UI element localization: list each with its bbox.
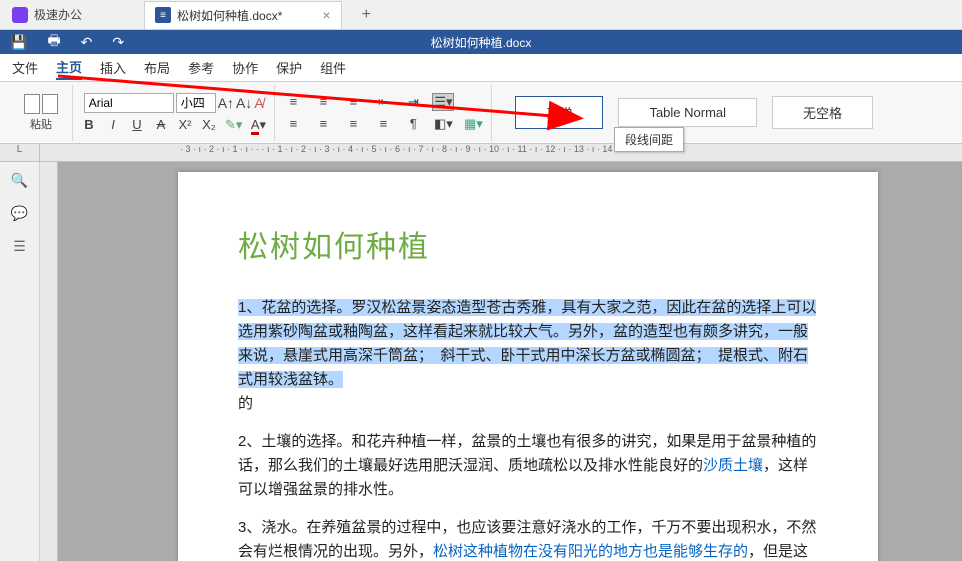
align-left-icon[interactable]: ≡: [283, 116, 303, 132]
paragraph-group: ≡ ≡ ≡ ⇤ ⇥ ☰▾ ≡ ≡ ≡ ≡ ¶ ◧▾ ▦▾: [275, 85, 492, 141]
undo-icon[interactable]: ↶: [81, 34, 93, 51]
clipboard-group: 粘贴: [10, 85, 73, 141]
shading-icon[interactable]: ◧▾: [433, 116, 453, 132]
align-center-icon[interactable]: ≡: [313, 116, 333, 132]
style-normal[interactable]: 正常: [515, 96, 603, 129]
decrease-fontsize-icon[interactable]: A↓: [236, 95, 252, 111]
outline-icon[interactable]: ☰: [13, 238, 26, 255]
menu-references[interactable]: 参考: [188, 56, 214, 79]
doc-title: 松树如何种植: [238, 222, 818, 266]
redo-icon[interactable]: ↷: [112, 34, 124, 51]
close-icon[interactable]: ×: [322, 7, 330, 23]
document-area: 🔍 💬 ☰ 松树如何种植 1、花盆的选择。罗汉松盆景姿态造型苍古秀雅，具有大家之…: [0, 162, 962, 561]
borders-icon[interactable]: ▦▾: [463, 116, 483, 132]
superscript-button[interactable]: X²: [177, 117, 193, 132]
paragraph-3: 3、浇水。在养殖盆景的过程中，也应该要注意好浇水的工作，千万不要出现积水，不然会…: [238, 516, 818, 561]
document-tab[interactable]: ≡ 松树如何种植.docx* ×: [144, 1, 342, 29]
app-logo-icon: [12, 7, 28, 23]
link-soil[interactable]: 沙质土壤: [703, 457, 763, 474]
tooltip-line-spacing: 段线间距: [614, 127, 684, 152]
window-title: 松树如何种植.docx: [431, 34, 532, 51]
comment-icon[interactable]: 💬: [11, 205, 28, 222]
font-group: A↑ A↓ A̸ B I U A X² X₂ ✎▾ A▾: [73, 85, 275, 141]
menu-components[interactable]: 组件: [320, 56, 346, 79]
horizontal-ruler[interactable]: · 3 · ı · 2 · ı · 1 · ı · · · ı · 1 · ı …: [40, 144, 962, 162]
bullet-list-icon[interactable]: ≡: [283, 94, 303, 110]
page-canvas[interactable]: 松树如何种植 1、花盆的选择。罗汉松盆景姿态造型苍古秀雅，具有大家之范，因此在盆…: [58, 162, 962, 561]
selected-text[interactable]: 1、花盆的选择。罗汉松盆景姿态造型苍古秀雅，具有大家之范，因此在盆的选择上可以选…: [238, 299, 816, 388]
styles-group: 正常 Table Normal 无空格: [492, 85, 881, 141]
search-icon[interactable]: 🔍: [11, 172, 28, 189]
align-justify-icon[interactable]: ≡: [373, 116, 393, 132]
style-no-space[interactable]: 无空格: [772, 96, 873, 129]
page: 松树如何种植 1、花盆的选择。罗汉松盆景姿态造型苍古秀雅，具有大家之范，因此在盆…: [178, 172, 878, 561]
ruler-corner: L: [0, 144, 40, 162]
highlight-button[interactable]: ✎▾: [225, 117, 242, 133]
menubar: 文件 主页 插入 布局 参考 协作 保护 组件: [0, 54, 962, 82]
titlebar: 💾 🖶 ↶ ↷ 松树如何种植.docx: [0, 30, 962, 54]
paste-label[interactable]: 粘贴: [30, 116, 52, 132]
subscript-button[interactable]: X₂: [201, 117, 217, 132]
left-sidebar: 🔍 💬 ☰: [0, 162, 40, 561]
paste-icon-2[interactable]: [42, 94, 58, 114]
paste-icon[interactable]: [24, 94, 40, 114]
ruler-area: L · 3 · ı · 2 · ı · 1 · ı · · · ı · 1 · …: [0, 144, 962, 162]
menu-protect[interactable]: 保护: [276, 56, 302, 79]
menu-home[interactable]: 主页: [56, 55, 82, 80]
menu-layout[interactable]: 布局: [144, 56, 170, 79]
number-list-icon[interactable]: ≡: [313, 94, 333, 110]
font-size-select[interactable]: [176, 93, 216, 113]
app-name: 极速办公: [34, 6, 82, 23]
align-right-icon[interactable]: ≡: [343, 116, 363, 132]
font-color-button[interactable]: A▾: [250, 117, 266, 133]
vertical-ruler[interactable]: [40, 162, 58, 561]
link-plant[interactable]: 松树这种植物在没有阳光的地方也是能够生存的: [433, 543, 748, 560]
italic-button[interactable]: I: [105, 117, 121, 132]
clear-formatting-icon[interactable]: A̸: [254, 95, 263, 111]
save-icon[interactable]: 💾: [10, 34, 27, 51]
new-tab-button[interactable]: +: [362, 6, 371, 24]
ribbon-toolbar: 粘贴 A↑ A↓ A̸ B I U A X² X₂ ✎▾ A▾ ≡ ≡ ≡: [0, 82, 962, 144]
multilevel-list-icon[interactable]: ≡: [343, 94, 363, 110]
underline-button[interactable]: U: [129, 117, 145, 132]
paragraph-2: 2、土壤的选择。和花卉种植一样，盆景的土壤也有很多的讲究，如果是用于盆景种植的话…: [238, 430, 818, 502]
menu-insert[interactable]: 插入: [100, 56, 126, 79]
increase-fontsize-icon[interactable]: A↑: [218, 95, 234, 111]
document-tab-title: 松树如何种植.docx*: [177, 7, 282, 24]
paragraph-1: 1、花盆的选择。罗汉松盆景姿态造型苍古秀雅，具有大家之范，因此在盆的选择上可以选…: [238, 296, 818, 416]
font-name-select[interactable]: [84, 93, 174, 113]
bold-button[interactable]: B: [81, 117, 97, 132]
decrease-indent-icon[interactable]: ⇤: [373, 94, 393, 110]
style-table-normal[interactable]: Table Normal: [618, 98, 757, 127]
app-home-tab[interactable]: 极速办公: [0, 0, 94, 30]
line-spacing-button[interactable]: ☰▾: [433, 94, 453, 110]
menu-file[interactable]: 文件: [12, 56, 38, 79]
strike-button[interactable]: A: [153, 117, 169, 132]
paragraph-mark-icon[interactable]: ¶: [403, 116, 423, 132]
window-tabbar: 极速办公 ≡ 松树如何种植.docx* × +: [0, 0, 962, 30]
menu-collaborate[interactable]: 协作: [232, 56, 258, 79]
quick-access-toolbar: 💾 🖶 ↶ ↷: [0, 30, 124, 54]
increase-indent-icon[interactable]: ⇥: [403, 94, 423, 110]
print-icon[interactable]: 🖶: [47, 30, 60, 54]
doc-icon: ≡: [155, 7, 171, 23]
